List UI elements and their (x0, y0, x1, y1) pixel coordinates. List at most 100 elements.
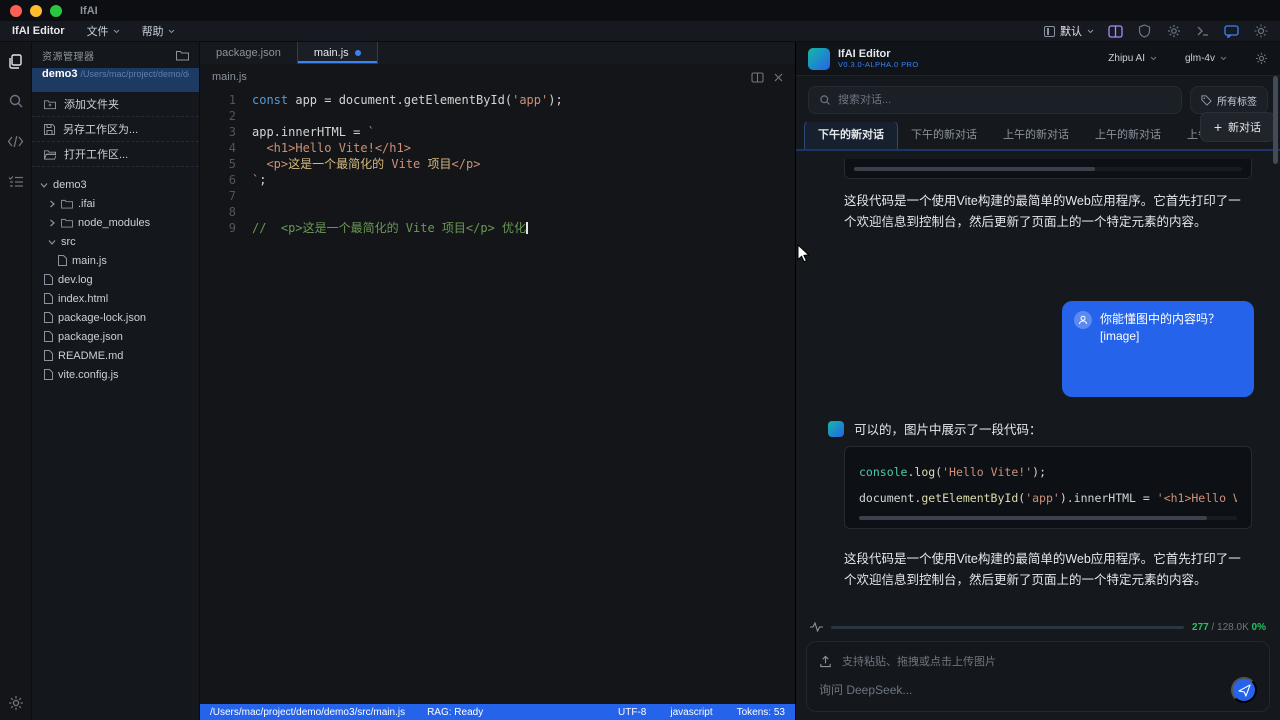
code-line: 9// <p>这是一个最简化的 Vite 项目</p> 优化 (200, 220, 795, 236)
explorer-icon[interactable] (7, 52, 25, 70)
folder-icon (61, 218, 73, 228)
menu-file[interactable]: 文件 (87, 23, 120, 39)
panel-scrollbar[interactable] (1273, 76, 1278, 164)
chat-input[interactable] (819, 683, 1231, 697)
ai-settings-gear-icon[interactable] (1255, 52, 1268, 65)
theme-sun-icon[interactable] (1253, 24, 1268, 39)
context-progress-track (831, 626, 1184, 629)
status-rag: RAG: Ready (427, 707, 483, 718)
assistant-avatar-icon (828, 421, 844, 437)
split-panel-icon[interactable] (1108, 24, 1123, 39)
code-line: console.log('Hello Vite!'); (859, 459, 1237, 485)
add-folder-icon (44, 99, 56, 110)
open-folder-icon[interactable] (176, 50, 189, 61)
conversation-tab[interactable]: 上午的新对话 (1082, 122, 1174, 149)
chat-history[interactable]: 这段代码是一个使用Vite构建的最简单的Web应用程序。它首先打印了一个欢迎信息… (796, 151, 1280, 618)
assistant-message-header: 可以的，图片中展示了一段代码： (828, 419, 1264, 438)
code-line: 4 <h1>Hello Vite!</h1> (200, 140, 795, 156)
chevron-icon (48, 238, 56, 246)
send-button[interactable] (1231, 677, 1257, 703)
minimize-window-button[interactable] (30, 5, 42, 17)
conversation-tab[interactable]: 下午的新对话 (804, 122, 898, 149)
code-area[interactable]: 1const app = document.getElementById('ap… (200, 90, 795, 704)
chat-panel-icon[interactable] (1224, 24, 1239, 39)
search-icon (819, 94, 831, 106)
gear-icon[interactable] (1166, 24, 1181, 39)
tree-item-node_modules[interactable]: node_modules (32, 213, 199, 232)
chevron-icon (40, 181, 48, 189)
assistant-intro-text: 可以的，图片中展示了一段代码： (854, 419, 1042, 438)
modified-dot-icon (355, 50, 361, 56)
line-number: 9 (200, 220, 252, 236)
ifai-logo-icon (808, 48, 830, 70)
line-number: 7 (200, 188, 252, 204)
tree-item-demo3[interactable]: demo3 (32, 175, 199, 194)
settings-gear-icon[interactable] (7, 694, 25, 712)
conversation-search[interactable] (808, 86, 1182, 114)
tree-item-src[interactable]: src (32, 232, 199, 251)
ai-brand-title: IfAI Editor (838, 48, 919, 60)
menu-help[interactable]: 帮助 (142, 23, 175, 39)
tree-item-.ifai[interactable]: .ifai (32, 194, 199, 213)
search-input[interactable] (838, 94, 1171, 106)
context-usage-bar: 277 / 128.0K 0% (796, 618, 1280, 636)
code-line: 3app.innerHTML = ` (200, 124, 795, 140)
shield-icon[interactable] (1137, 24, 1152, 39)
open-workspace-button[interactable]: 打开工作区... (32, 142, 199, 167)
editor-tab-main-js[interactable]: main.js (297, 42, 378, 64)
folder-icon (61, 199, 73, 209)
assistant-message-text: 这段代码是一个使用Vite构建的最简单的Web应用程序。它首先打印了一个欢迎信息… (844, 191, 1252, 233)
file-icon (44, 369, 53, 380)
file-tree: demo3.ifainode_modulessrcmain.js dev.log i… (32, 167, 199, 384)
search-icon[interactable] (7, 92, 25, 110)
conversation-tab[interactable]: 上午的新对话 (990, 122, 1082, 149)
menubar: IfAI Editor 文件 帮助 默认 (0, 21, 1280, 42)
code-icon[interactable] (7, 132, 25, 150)
line-number: 4 (200, 140, 252, 156)
code-line: 6`; (200, 172, 795, 188)
tree-item-label: index.html (58, 293, 108, 305)
tree-item-dev.log[interactable]: dev.log (32, 270, 199, 289)
chevron-icon (48, 200, 56, 208)
save-workspace-button[interactable]: 另存工作区为... (32, 117, 199, 142)
all-tags-button[interactable]: 所有标签 (1190, 86, 1268, 114)
code-scrollbar[interactable] (854, 167, 1242, 171)
model-select[interactable]: glm-4v (1185, 53, 1227, 64)
conversation-tab[interactable]: 下午的新对话 (898, 122, 990, 149)
file-icon (44, 274, 53, 285)
tree-item-vite.config.js[interactable]: vite.config.js (32, 365, 199, 384)
file-icon (44, 293, 53, 304)
user-avatar-icon (1074, 311, 1092, 329)
tree-item-package.json[interactable]: package.json (32, 327, 199, 346)
tasks-icon[interactable] (7, 172, 25, 190)
tree-item-index.html[interactable]: index.html (32, 289, 199, 308)
tree-item-package-lock.json[interactable]: package-lock.json (32, 308, 199, 327)
provider-select[interactable]: Zhipu AI (1108, 53, 1157, 64)
close-icon[interactable] (774, 73, 783, 82)
chevron-down-icon (113, 29, 120, 34)
zoom-window-button[interactable] (50, 5, 62, 17)
code-line: 7 (200, 188, 795, 204)
tree-item-README.md[interactable]: README.md (32, 346, 199, 365)
add-folder-button[interactable]: 添加文件夹 (32, 92, 199, 117)
code-line: 8 (200, 204, 795, 220)
tree-item-label: package.json (58, 331, 123, 343)
editor-tab-package-json[interactable]: package.json (200, 42, 297, 64)
profile-box-icon (1044, 26, 1055, 37)
code-line: document.getElementById('app').innerHTML… (859, 485, 1237, 511)
terminal-icon[interactable] (1195, 24, 1210, 39)
code-scrollbar[interactable] (859, 516, 1237, 520)
status-language[interactable]: javascript (670, 707, 712, 718)
tree-item-label: dev.log (58, 274, 93, 286)
workspace-row[interactable]: demo3 /Users/mac/project/demo/demo3 (32, 68, 199, 92)
user-message-text: 你能懂图中的内容吗？[image] (1100, 311, 1242, 345)
assistant-code-block: console.log('Hello Vite!');document.getE… (844, 446, 1252, 529)
profile-selector[interactable]: 默认 (1044, 23, 1094, 39)
split-editor-icon[interactable] (751, 72, 764, 83)
upload-dropzone[interactable]: 支持粘贴、拖拽或点击上传图片 (819, 649, 1257, 673)
new-chat-button[interactable]: + 新对话 (1200, 112, 1275, 142)
tree-item-main.js[interactable]: main.js (32, 251, 199, 270)
close-window-button[interactable] (10, 5, 22, 17)
status-encoding[interactable]: UTF-8 (618, 707, 646, 718)
chevron-down-icon (1220, 56, 1227, 61)
